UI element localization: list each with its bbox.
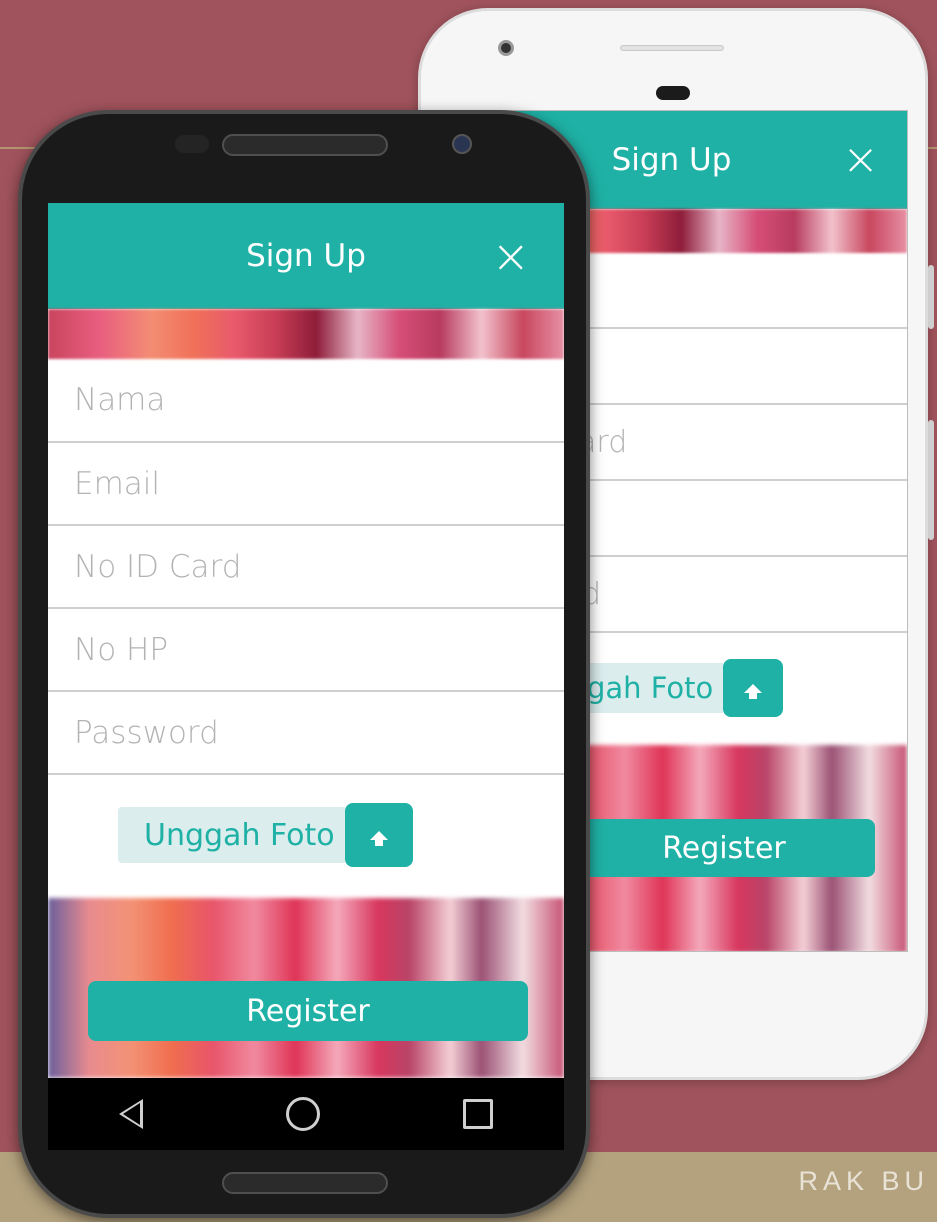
nama-placeholder: Nama: [74, 382, 166, 418]
back-upload-arrow-icon: [744, 683, 763, 699]
home-circle-icon[interactable]: [285, 1097, 320, 1131]
nama-field[interactable]: Nama: [48, 359, 564, 443]
upload-button[interactable]: [344, 803, 413, 867]
back-page-title: Sign Up: [611, 142, 732, 178]
upload-label: Unggah Foto: [118, 807, 345, 863]
footer-brand: RAK BU: [798, 1166, 929, 1196]
back-phone-camera: [498, 40, 514, 56]
hp-placeholder: No HP: [74, 631, 169, 668]
back-upload-button[interactable]: [723, 659, 784, 717]
back-phone-volume-button: [928, 265, 934, 329]
password-field[interactable]: Password: [48, 692, 564, 775]
upload-arrow-icon: [369, 830, 388, 846]
password-placeholder: Password: [74, 714, 219, 751]
hp-field[interactable]: No HP: [48, 609, 564, 692]
back-phone-power-button: [928, 420, 934, 540]
front-banner-strip: [48, 309, 564, 359]
back-upload-photo[interactable]: gah Foto: [581, 659, 784, 717]
front-phone-speaker: [222, 134, 388, 156]
id-card-placeholder: No ID Card: [74, 548, 242, 585]
back-upload-label: gah Foto: [581, 663, 724, 713]
email-placeholder: Email: [74, 465, 161, 502]
android-nav-bar: [48, 1078, 564, 1150]
front-phone-screen: Sign Up × Nama Email No ID Card No HP Pa…: [48, 203, 564, 1078]
upload-photo[interactable]: Unggah Foto: [118, 803, 413, 867]
back-phone-sensor: [656, 86, 690, 100]
front-phone-camera: [452, 134, 472, 154]
back-phone-speaker: [620, 45, 724, 51]
front-phone-bottom-speaker: [222, 1172, 388, 1194]
register-button[interactable]: Register: [88, 981, 528, 1041]
back-register-button[interactable]: Register: [573, 819, 875, 877]
front-phone-sensor: [175, 135, 209, 153]
front-app-header: Sign Up ×: [48, 203, 564, 309]
front-page-title: Sign Up: [246, 238, 366, 274]
id-card-field[interactable]: No ID Card: [48, 526, 564, 609]
front-close-icon[interactable]: ×: [491, 233, 530, 279]
email-field[interactable]: Email: [48, 443, 564, 526]
back-triangle-icon[interactable]: [119, 1099, 144, 1129]
back-close-icon[interactable]: ×: [842, 138, 879, 182]
recent-square-icon[interactable]: [462, 1099, 493, 1129]
